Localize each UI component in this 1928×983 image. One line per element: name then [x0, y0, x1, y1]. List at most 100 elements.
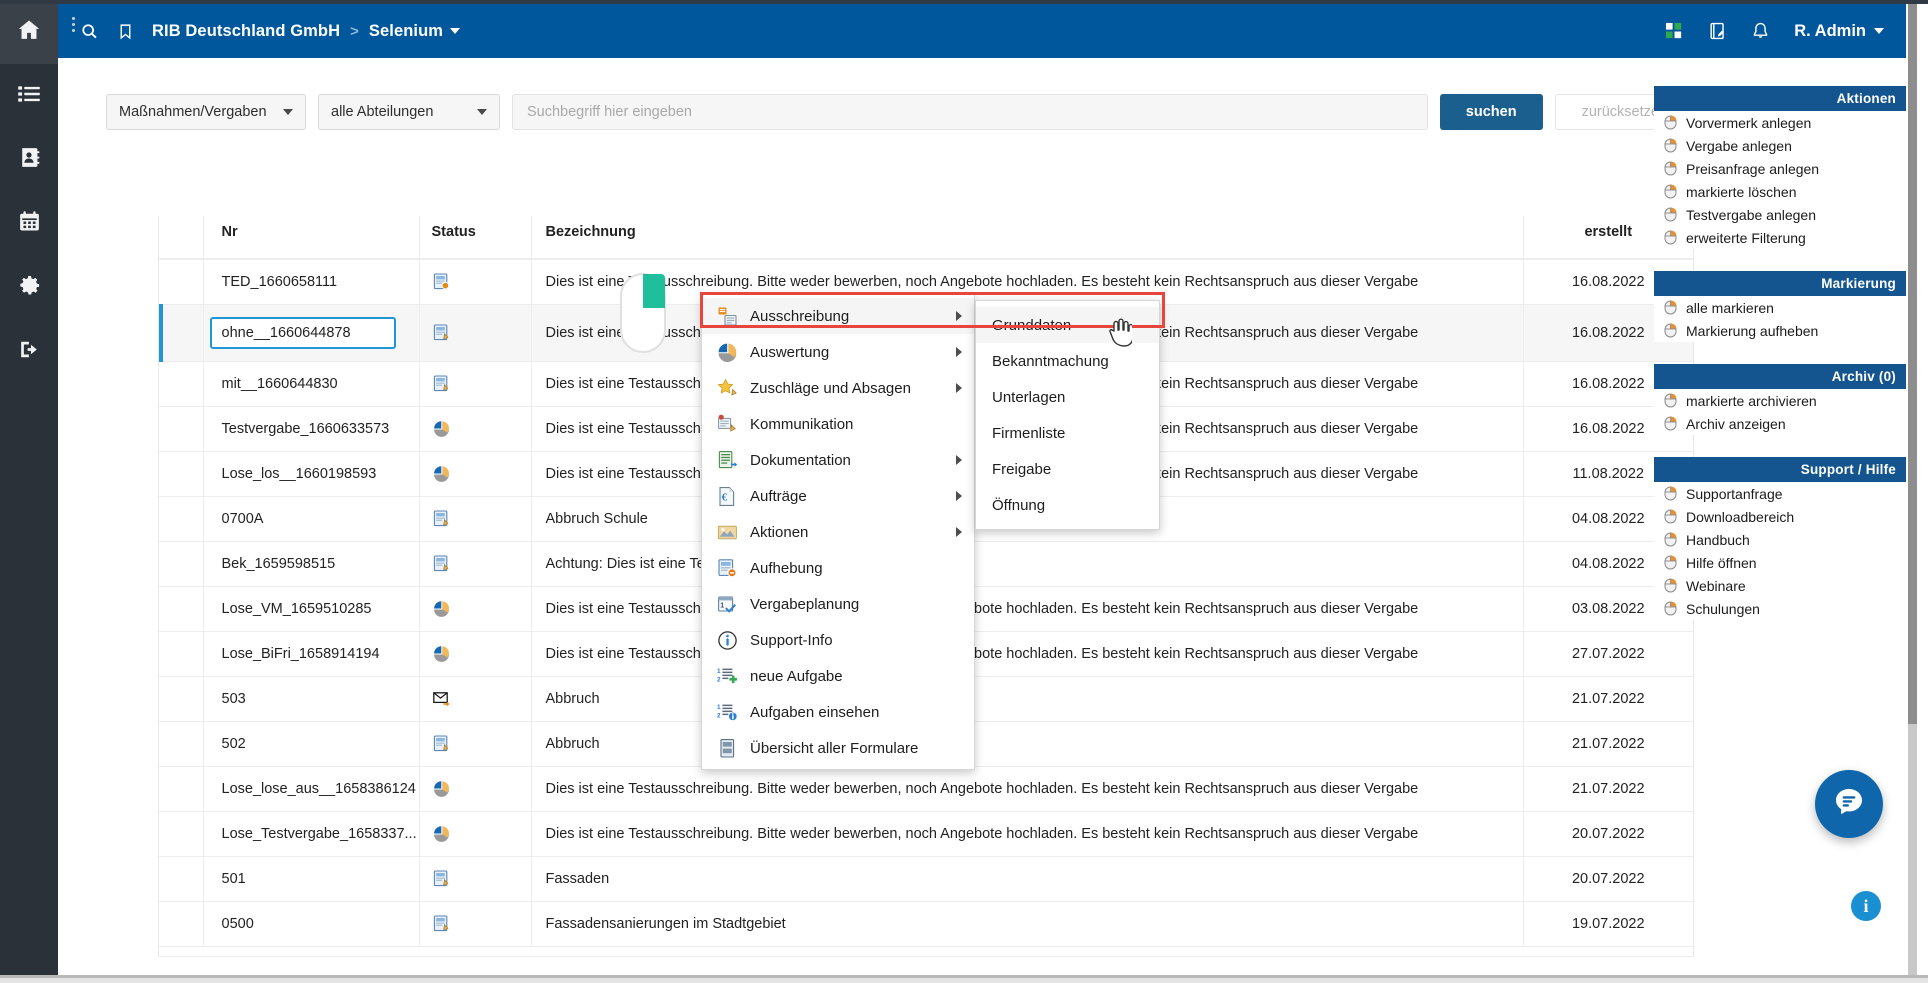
cell-status[interactable] — [419, 631, 531, 676]
cell-nr[interactable]: 503 — [203, 676, 419, 721]
cell-status[interactable] — [419, 496, 531, 541]
table-row[interactable]: Lose_Testvergabe_1658337... Dies ist eine… — [159, 811, 1693, 856]
cell-bezeichnung[interactable]: Abbruch — [531, 676, 1523, 721]
row-select-cell[interactable] — [159, 259, 203, 304]
breadcrumb-project[interactable]: Selenium — [369, 22, 443, 41]
submenu-item-freigabe[interactable]: Freigabe — [976, 451, 1159, 487]
cell-status[interactable] — [419, 361, 531, 406]
cell-status[interactable] — [419, 766, 531, 811]
context-menu-item-auswertung[interactable]: Auswertung — [702, 334, 974, 370]
chevron-down-icon[interactable] — [450, 28, 460, 34]
panel-action-vorvermerk-anlegen[interactable]: Vorvermerk anlegen — [1654, 111, 1906, 134]
row-select-cell[interactable] — [159, 406, 203, 451]
panel-action-webinare[interactable]: Webinare — [1654, 574, 1906, 597]
cell-bezeichnung[interactable]: Dies ist eine Testausschreibung. Bitte w… — [531, 259, 1523, 304]
panel-action-markierung-aufheben[interactable]: Markierung aufheben — [1654, 319, 1906, 342]
kebab-menu-icon[interactable] — [64, 6, 82, 42]
context-menu-item-kommunikation[interactable]: Kommunikation — [702, 406, 974, 442]
submenu-item-firmenliste[interactable]: Firmenliste — [976, 415, 1159, 451]
cell-nr[interactable]: Lose_VM_1659510285 — [203, 586, 419, 631]
column-header-bezeichnung[interactable]: Bezeichnung — [531, 216, 1523, 259]
column-header-mark[interactable] — [159, 216, 203, 259]
panel-action-schulungen[interactable]: Schulungen — [1654, 597, 1906, 620]
context-menu-item-support-info[interactable]: Support-Info — [702, 622, 974, 658]
row-select-cell[interactable] — [159, 304, 203, 361]
scrollbar-thumb[interactable] — [1908, 4, 1917, 724]
sidebar-item-home[interactable] — [0, 0, 58, 64]
sidebar-item-address-book[interactable] — [0, 128, 58, 192]
context-menu-item-aufgaben-einsehen[interactable]: 12Aufgaben einsehen — [702, 694, 974, 730]
cell-bezeichnung[interactable]: Abbruch — [531, 721, 1523, 766]
sidebar-item-settings[interactable] — [0, 256, 58, 320]
context-menu-item-vergabeplanung[interactable]: 1Vergabeplanung — [702, 586, 974, 622]
row-select-cell[interactable] — [159, 856, 203, 901]
cell-bezeichnung[interactable]: Fassaden — [531, 856, 1523, 901]
cell-status[interactable] — [419, 304, 531, 361]
bell-icon[interactable] — [1751, 21, 1770, 41]
panel-action-hilfe-öffnen[interactable]: Hilfe öffnen — [1654, 551, 1906, 574]
context-menu-item-neue-aufgabe[interactable]: 12neue Aufgabe — [702, 658, 974, 694]
cell-nr[interactable]: Lose_lose_aus__1658386124 — [203, 766, 419, 811]
sidebar-item-logout[interactable] — [0, 320, 58, 384]
cell-nr[interactable]: Lose_Testvergabe_1658337... — [203, 811, 419, 856]
row-select-cell[interactable] — [159, 586, 203, 631]
sidebar-item-list[interactable] — [0, 64, 58, 128]
panel-action-handbuch[interactable]: Handbuch — [1654, 528, 1906, 551]
cell-status[interactable] — [419, 676, 531, 721]
context-menu-item-dokumentation[interactable]: Dokumentation — [702, 442, 974, 478]
row-select-cell[interactable] — [159, 631, 203, 676]
cell-status[interactable] — [419, 259, 531, 304]
row-select-cell[interactable] — [159, 901, 203, 946]
table-row[interactable]: Lose_lose_aus__1658386124 Dies ist eine T… — [159, 766, 1693, 811]
row-select-cell[interactable] — [159, 496, 203, 541]
context-menu-item-übersicht-aller-formulare[interactable]: Übersicht aller Formulare — [702, 730, 974, 766]
panel-action-preisanfrage-anlegen[interactable]: Preisanfrage anlegen — [1654, 157, 1906, 180]
table-row[interactable]: 501Fassaden20.07.2022 — [159, 856, 1693, 901]
cell-status[interactable] — [419, 901, 531, 946]
cell-status[interactable] — [419, 586, 531, 631]
cell-bezeichnung[interactable]: Achtung: Dies ist eine Testvergabe — [531, 541, 1523, 586]
row-select-cell[interactable] — [159, 766, 203, 811]
panel-action-supportanfrage[interactable]: Supportanfrage — [1654, 482, 1906, 505]
submenu-item-bekanntmachung[interactable]: Bekanntmachung — [976, 343, 1159, 379]
cell-nr[interactable]: ohne__1660644878 — [203, 304, 419, 361]
cell-status[interactable] — [419, 541, 531, 586]
cell-status[interactable] — [419, 406, 531, 451]
context-menu-item-aufträge[interactable]: €Aufträge — [702, 478, 974, 514]
vertical-scrollbar[interactable] — [1906, 4, 1928, 983]
cell-nr[interactable]: TED_1660658111 — [203, 259, 419, 304]
panel-action-archiv-anzeigen[interactable]: Archiv anzeigen — [1654, 412, 1906, 435]
cell-nr[interactable]: 0500 — [203, 901, 419, 946]
row-select-cell[interactable] — [159, 361, 203, 406]
bookmark-icon[interactable] — [117, 22, 134, 41]
search-button[interactable]: suchen — [1440, 94, 1543, 130]
panel-action-erweiterte-filterung[interactable]: erweiterte Filterung — [1654, 226, 1906, 249]
cell-nr[interactable]: 501 — [203, 856, 419, 901]
department-select[interactable]: alle Abteilungen — [318, 94, 500, 130]
chat-support-button[interactable] — [1815, 770, 1883, 838]
user-chevron-down-icon[interactable] — [1874, 28, 1884, 34]
panel-action-markierte-löschen[interactable]: markierte löschen — [1654, 180, 1906, 203]
info-button[interactable]: i — [1851, 891, 1881, 921]
cell-status[interactable] — [419, 451, 531, 496]
row-select-cell[interactable] — [159, 811, 203, 856]
cell-nr[interactable]: 0700A — [203, 496, 419, 541]
panel-action-vergabe-anlegen[interactable]: Vergabe anlegen — [1654, 134, 1906, 157]
user-menu-label[interactable]: R. Admin — [1794, 22, 1866, 41]
cell-bezeichnung[interactable]: Dies ist eine Testausschreibung. Bitte w… — [531, 766, 1523, 811]
column-header-status[interactable]: Status — [419, 216, 531, 259]
panel-action-downloadbereich[interactable]: Downloadbereich — [1654, 505, 1906, 528]
cell-bezeichnung[interactable]: Dies ist eine Testausschreibung. Bitte w… — [531, 586, 1523, 631]
panel-action-alle-markieren[interactable]: alle markieren — [1654, 296, 1906, 319]
cell-status[interactable] — [419, 811, 531, 856]
nr-edit-field[interactable]: ohne__1660644878 — [210, 317, 396, 349]
context-menu-item-aktionen[interactable]: Aktionen — [702, 514, 974, 550]
cell-status[interactable] — [419, 856, 531, 901]
row-select-cell[interactable] — [159, 676, 203, 721]
context-menu-item-zuschläge-und-absagen[interactable]: Zuschläge und Absagen — [702, 370, 974, 406]
submenu-item-unterlagen[interactable]: Unterlagen — [976, 379, 1159, 415]
column-header-nr[interactable]: Nr — [203, 216, 419, 259]
cell-bezeichnung[interactable]: Dies ist eine Testausschreibung. Bitte w… — [531, 811, 1523, 856]
panel-action-testvergabe-anlegen[interactable]: Testvergabe anlegen — [1654, 203, 1906, 226]
cell-nr[interactable]: Lose_los__1660198593 — [203, 451, 419, 496]
